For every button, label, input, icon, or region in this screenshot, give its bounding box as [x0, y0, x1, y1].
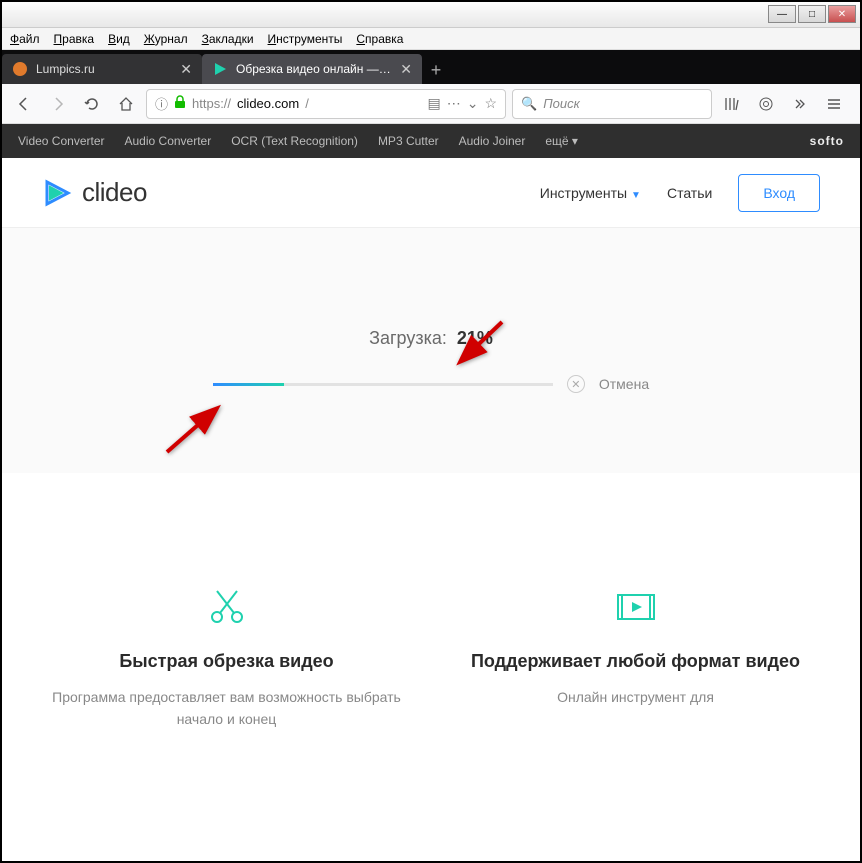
favicon-lumpics: [12, 61, 28, 77]
cancel-x-icon[interactable]: ✕: [567, 375, 585, 393]
search-icon: 🔍: [521, 96, 537, 112]
feature-title: Поддерживает любой формат видео: [451, 651, 820, 672]
site-logo[interactable]: clideo: [42, 177, 147, 208]
tab-label: Обрезка видео онлайн — Обр: [236, 62, 392, 76]
bookmark-star-icon[interactable]: ☆: [484, 95, 497, 112]
nav-audio-converter[interactable]: Audio Converter: [125, 134, 212, 148]
upload-zone: Загрузка: 21% ✕ Отмена: [2, 228, 860, 473]
tabstrip: Lumpics.ru ✕ Обрезка видео онлайн — Обр …: [2, 50, 860, 84]
feature-formats: Поддерживает любой формат видео Онлайн и…: [451, 583, 820, 731]
new-tab-button[interactable]: +: [422, 56, 450, 84]
window-titlebar: — □ ✕: [2, 2, 860, 28]
features-section: Быстрая обрезка видео Программа предоста…: [2, 473, 860, 731]
cancel-button[interactable]: Отмена: [599, 376, 649, 392]
home-button[interactable]: [112, 90, 140, 118]
service-nav: Video Converter Audio Converter OCR (Tex…: [2, 124, 860, 158]
feature-title: Быстрая обрезка видео: [42, 651, 411, 672]
softo-brand: softo: [810, 134, 844, 148]
window-maximize-button[interactable]: □: [798, 5, 826, 23]
tab-close-button[interactable]: ✕: [172, 61, 192, 78]
search-box[interactable]: 🔍 Поиск: [512, 89, 712, 119]
nav-tools[interactable]: Инструменты▼: [540, 185, 641, 201]
menu-file[interactable]: Файл: [10, 32, 40, 46]
search-placeholder: Поиск: [543, 96, 580, 111]
menu-history[interactable]: Журнал: [144, 32, 188, 46]
nav-video-converter[interactable]: Video Converter: [18, 134, 105, 148]
loading-label: Загрузка: 21%: [42, 328, 820, 349]
clideo-logo-icon: [42, 178, 72, 208]
tab-lumpics[interactable]: Lumpics.ru ✕: [2, 54, 202, 84]
site-header: clideo Инструменты▼ Статьи Вход: [2, 158, 860, 228]
tab-close-button[interactable]: ✕: [392, 61, 412, 78]
feature-desc: Программа предоставляет вам возможность …: [42, 686, 411, 731]
lock-icon: [174, 95, 186, 112]
favicon-clideo: [212, 61, 228, 77]
url-path: /: [305, 96, 309, 111]
url-protocol: https://: [192, 96, 231, 111]
save-pocket-icon[interactable]: ⌄: [467, 95, 479, 112]
scissors-icon: [42, 583, 411, 631]
extension-icon[interactable]: [752, 90, 780, 118]
back-button[interactable]: [10, 90, 38, 118]
nav-audio-joiner[interactable]: Audio Joiner: [459, 134, 526, 148]
progress-bar: [213, 383, 553, 386]
tab-clideo[interactable]: Обрезка видео онлайн — Обр ✕: [202, 54, 422, 84]
url-bar[interactable]: ⓘ https:// clideo.com / ▤ ⋯ ⌄ ☆: [146, 89, 506, 119]
menubar: Файл Правка Вид Журнал Закладки Инструме…: [2, 28, 860, 50]
menu-bookmarks[interactable]: Закладки: [202, 32, 254, 46]
reader-mode-icon[interactable]: ▤: [427, 95, 440, 112]
hamburger-menu-icon[interactable]: [820, 90, 848, 118]
window-close-button[interactable]: ✕: [828, 5, 856, 23]
nav-ocr[interactable]: OCR (Text Recognition): [231, 134, 358, 148]
browser-toolbar: ⓘ https:// clideo.com / ▤ ⋯ ⌄ ☆ 🔍 Поиск: [2, 84, 860, 124]
progress-fill: [213, 383, 284, 386]
feature-crop: Быстрая обрезка видео Программа предоста…: [42, 583, 411, 731]
logo-text: clideo: [82, 177, 147, 208]
library-icon[interactable]: [718, 90, 746, 118]
menu-help[interactable]: Справка: [356, 32, 403, 46]
reload-button[interactable]: [78, 90, 106, 118]
menu-tools[interactable]: Инструменты: [268, 32, 343, 46]
feature-desc: Онлайн инструмент для: [451, 686, 820, 708]
upload-percent: 21%: [457, 328, 493, 348]
window-minimize-button[interactable]: —: [768, 5, 796, 23]
login-button[interactable]: Вход: [738, 174, 820, 212]
nav-mp3-cutter[interactable]: MP3 Cutter: [378, 134, 439, 148]
chevron-down-icon: ▼: [631, 190, 641, 201]
tab-label: Lumpics.ru: [36, 62, 95, 76]
nav-articles[interactable]: Статьи: [667, 185, 712, 201]
site-info-icon[interactable]: ⓘ: [155, 94, 168, 113]
overflow-icon[interactable]: [786, 90, 814, 118]
menu-edit[interactable]: Правка: [54, 32, 95, 46]
forward-button[interactable]: [44, 90, 72, 118]
nav-more[interactable]: ещё ▾: [545, 134, 578, 148]
page-actions-icon[interactable]: ⋯: [447, 95, 461, 112]
video-format-icon: [451, 583, 820, 631]
menu-view[interactable]: Вид: [108, 32, 130, 46]
url-domain: clideo.com: [237, 96, 299, 111]
